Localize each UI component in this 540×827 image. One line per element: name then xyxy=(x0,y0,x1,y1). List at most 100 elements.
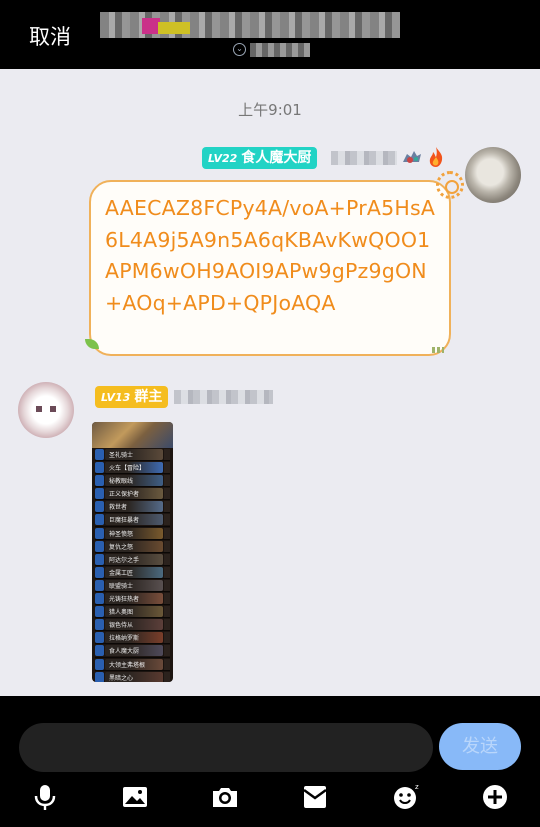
badge-title: 食人魔大厨 xyxy=(241,150,312,166)
deck-image[interactable]: 圣礼骑士火车【冒险】秘教眼线正义保护者救世者巨魔狂暴者神圣愤怒复仇之怒阿达尔之手… xyxy=(92,422,173,682)
card-count xyxy=(164,488,170,500)
card-count xyxy=(164,579,170,591)
card-name: 金属工匠 xyxy=(109,569,134,577)
input-bar: 发送 z xyxy=(0,696,540,827)
card-count xyxy=(164,475,170,487)
card-name: 救世者 xyxy=(109,504,128,512)
camera-icon[interactable] xyxy=(210,782,240,812)
deck-card-row: 猎人奥图 xyxy=(95,605,170,619)
mana-gem-icon xyxy=(95,553,104,565)
avatar-detail xyxy=(36,406,42,412)
chat-area[interactable]: 上午9:01 LV22 食人魔大厨 AAECAZ8FCPy4A/voA+PrA5H… xyxy=(0,69,540,696)
member-badge: LV13 群主 xyxy=(95,386,169,408)
emoji-icon[interactable]: z xyxy=(390,782,420,812)
card-name: 复仇之怒 xyxy=(109,543,134,551)
mana-gem-icon xyxy=(95,632,104,644)
card-count xyxy=(164,462,170,474)
member-badge: LV22 食人魔大厨 xyxy=(202,147,318,169)
deck-card-row: 拉格纳罗斯 xyxy=(95,631,170,645)
card-count xyxy=(164,514,170,526)
badge-title: 群主 xyxy=(134,389,163,405)
card-count xyxy=(164,593,170,605)
card-count xyxy=(164,553,170,565)
card-name: 圣礼骑士 xyxy=(109,452,134,459)
mana-gem-icon xyxy=(95,514,104,526)
message-bubble[interactable]: AAECAZ8FCPy4A/voA+PrA5HsA6L4A9j5A9n5A6qK… xyxy=(89,180,451,356)
badge-level: LV22 xyxy=(208,152,238,165)
deck-card-row: 食人魔大厨 xyxy=(95,644,170,658)
title-blur-patch xyxy=(158,22,190,34)
card-count xyxy=(164,658,170,670)
cancel-button[interactable]: 取消 xyxy=(29,21,71,51)
mana-gem-icon xyxy=(95,579,104,591)
deck-card-row: 阿达尔之手 xyxy=(95,553,170,566)
deck-card-row: 大领主弗塔根 xyxy=(95,658,170,671)
card-name: 黑暗之心 xyxy=(109,674,134,682)
mana-gem-icon xyxy=(95,671,104,682)
mana-gem-icon xyxy=(95,645,104,657)
deck-card-row: 银色侍从 xyxy=(95,618,170,632)
deck-card-row: 救世者 xyxy=(95,500,170,514)
avatar-detail xyxy=(50,406,56,412)
image-icon[interactable] xyxy=(120,782,150,812)
card-name: 神圣愤怒 xyxy=(109,530,134,538)
mana-gem-icon xyxy=(95,527,104,539)
message-text: AAECAZ8FCPy4A/voA+PrA5HsA6L4A9j5A9n5A6qK… xyxy=(105,196,436,315)
sender-name-obscured xyxy=(331,151,397,165)
send-button[interactable]: 发送 xyxy=(439,723,521,770)
deck-card-row: 黑暗之心 xyxy=(95,671,170,682)
mana-gem-icon xyxy=(95,593,104,605)
message-timestamp: 上午9:01 xyxy=(238,101,302,119)
deck-hero-portrait xyxy=(92,422,173,448)
card-name: 正义保护者 xyxy=(109,491,140,499)
card-name: 秘教眼线 xyxy=(109,478,134,486)
mana-gem-icon xyxy=(95,658,104,670)
chevron-down-icon[interactable]: ⌄ xyxy=(233,43,246,56)
avatar[interactable] xyxy=(18,382,74,438)
card-name: 猎人奥图 xyxy=(109,609,134,617)
deck-card-row: 火车【冒险】 xyxy=(95,461,170,475)
deck-card-row: 联盟骑士 xyxy=(95,579,170,593)
fire-icon xyxy=(429,147,443,167)
sender-name-obscured xyxy=(174,390,273,404)
card-name: 银色侍从 xyxy=(109,622,134,630)
red-packet-icon[interactable] xyxy=(300,782,330,812)
card-name: 拉格纳罗斯 xyxy=(109,635,140,643)
card-name: 联盟骑士 xyxy=(109,582,134,590)
svg-text:z: z xyxy=(415,783,419,791)
avatar[interactable] xyxy=(465,147,521,203)
deck-card-row: 正义保护者 xyxy=(95,487,170,501)
card-count xyxy=(164,501,170,513)
chat-title-obscured xyxy=(100,12,400,38)
dragon-icon xyxy=(403,151,421,163)
card-name: 光铸狂热者 xyxy=(109,596,140,604)
card-name: 食人魔大厨 xyxy=(109,648,140,656)
card-count xyxy=(164,449,170,460)
card-name: 巨魔狂暴者 xyxy=(109,517,140,525)
mana-gem-icon xyxy=(95,475,104,487)
card-name: 大领主弗塔根 xyxy=(109,661,146,669)
card-count xyxy=(164,619,170,631)
card-count xyxy=(164,540,170,552)
top-bar: 取消 ⌄ xyxy=(0,0,540,69)
microphone-icon[interactable] xyxy=(30,782,60,812)
plus-icon[interactable] xyxy=(480,782,510,812)
message-input[interactable] xyxy=(19,723,433,772)
deck-card-row: 巨魔狂暴者 xyxy=(95,513,170,527)
mana-gem-icon xyxy=(95,488,104,500)
bubble-decoration xyxy=(432,347,444,353)
mana-gem-icon xyxy=(95,462,104,474)
card-count xyxy=(164,671,170,682)
chat-subtitle-obscured xyxy=(250,43,310,57)
mana-gem-icon xyxy=(95,566,104,578)
card-name: 阿达尔之手 xyxy=(109,556,140,564)
deck-card-row: 圣礼骑士 xyxy=(95,448,170,462)
mana-gem-icon xyxy=(95,619,104,631)
deck-card-row: 复仇之怒 xyxy=(95,540,170,553)
deck-card-row: 秘教眼线 xyxy=(95,474,170,488)
card-count xyxy=(164,632,170,644)
card-count xyxy=(164,645,170,657)
deck-card-row: 金属工匠 xyxy=(95,566,170,579)
mana-gem-icon xyxy=(95,449,104,460)
deck-card-row: 神圣愤怒 xyxy=(95,527,170,540)
